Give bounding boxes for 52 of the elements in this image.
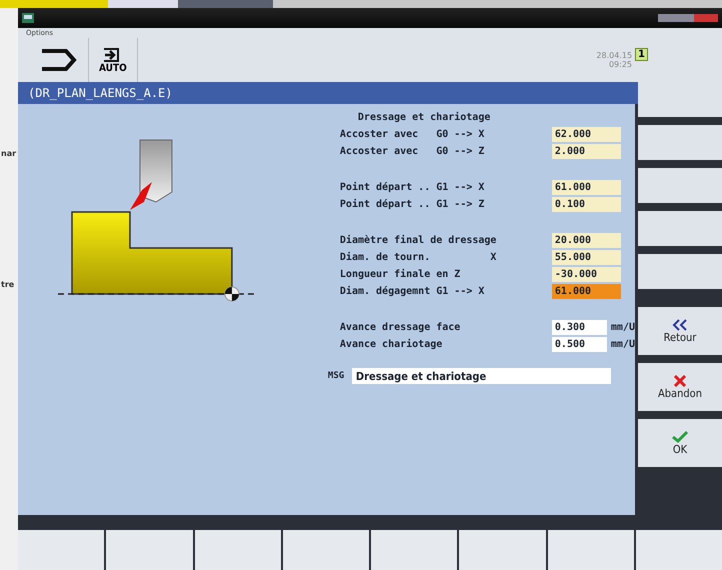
softkey-button[interactable]	[548, 530, 634, 570]
form-heading: Dressage et chariotage	[356, 112, 492, 125]
softkey-button[interactable]	[638, 82, 722, 117]
parameter-label: Accoster avec G0 --> Z	[340, 146, 486, 157]
unit-text: mm/U	[610, 339, 635, 350]
parameter-label: Point départ .. G1 --> X	[340, 182, 486, 193]
value-field[interactable]: 0.100	[552, 197, 621, 212]
date-text: 28.04.15	[596, 51, 632, 60]
parameter-label: Longueur finale en Z	[340, 269, 462, 280]
parameter-label: Accoster avec G0 --> X	[340, 129, 486, 140]
softkey-button[interactable]	[638, 168, 722, 203]
time-text: 09:25	[608, 60, 632, 69]
value-field[interactable]: 2.000	[552, 144, 621, 159]
value-field[interactable]: 61.000	[552, 180, 621, 195]
cycle-title: (DR_PLAN_LAENGS_A.E)	[28, 86, 172, 100]
parameter-label: Point départ .. G1 --> Z	[340, 199, 486, 210]
background-text: nar	[1, 149, 18, 158]
softkey-button[interactable]	[638, 211, 722, 246]
parameter-label: Diamètre final de dressage	[340, 235, 498, 246]
background-text: tre	[1, 280, 16, 289]
window-controls-icon[interactable]	[658, 13, 718, 23]
value-field[interactable]: 0.300	[552, 320, 607, 335]
value-field[interactable]: 62.000	[552, 127, 621, 142]
softkey-button[interactable]	[194, 530, 281, 570]
softkey-button[interactable]	[371, 530, 458, 570]
ok-button[interactable]: OK	[638, 419, 722, 467]
unit-text: mm/U	[610, 322, 635, 333]
checkmark-icon	[671, 430, 689, 443]
softkey-button[interactable]	[282, 530, 369, 570]
cancel-button[interactable]: Abandon	[638, 363, 722, 411]
value-field[interactable]: 20.000	[552, 233, 621, 248]
parameter-label: Diam. dégagemnt G1 --> X	[340, 286, 486, 297]
softkey-button[interactable]	[638, 125, 722, 160]
softkey-button[interactable]	[459, 530, 546, 570]
value-field[interactable]: -30.000	[552, 267, 621, 282]
parameter-label: Avance dressage face	[340, 322, 462, 333]
double-chevron-icon	[672, 318, 688, 330]
back-button[interactable]: Retour	[638, 307, 722, 355]
app-icon	[22, 13, 34, 23]
softkey-button[interactable]	[638, 254, 722, 289]
value-field[interactable]: 0.500	[552, 337, 607, 352]
message-field[interactable]: Dressage et chariotage	[352, 368, 611, 384]
parameter-label: Diam. de tourn. X	[340, 252, 498, 263]
channel-badge: 1	[635, 48, 648, 61]
value-field[interactable]: 55.000	[552, 250, 621, 265]
softkey-button[interactable]	[106, 530, 192, 570]
softkey-button[interactable]	[18, 530, 104, 570]
parameter-label: Avance chariotage	[340, 339, 444, 350]
msg-label: MSG	[328, 371, 346, 381]
value-field[interactable]: 61.000	[552, 284, 621, 299]
softkey-button[interactable]	[636, 530, 722, 570]
close-icon	[673, 374, 687, 386]
